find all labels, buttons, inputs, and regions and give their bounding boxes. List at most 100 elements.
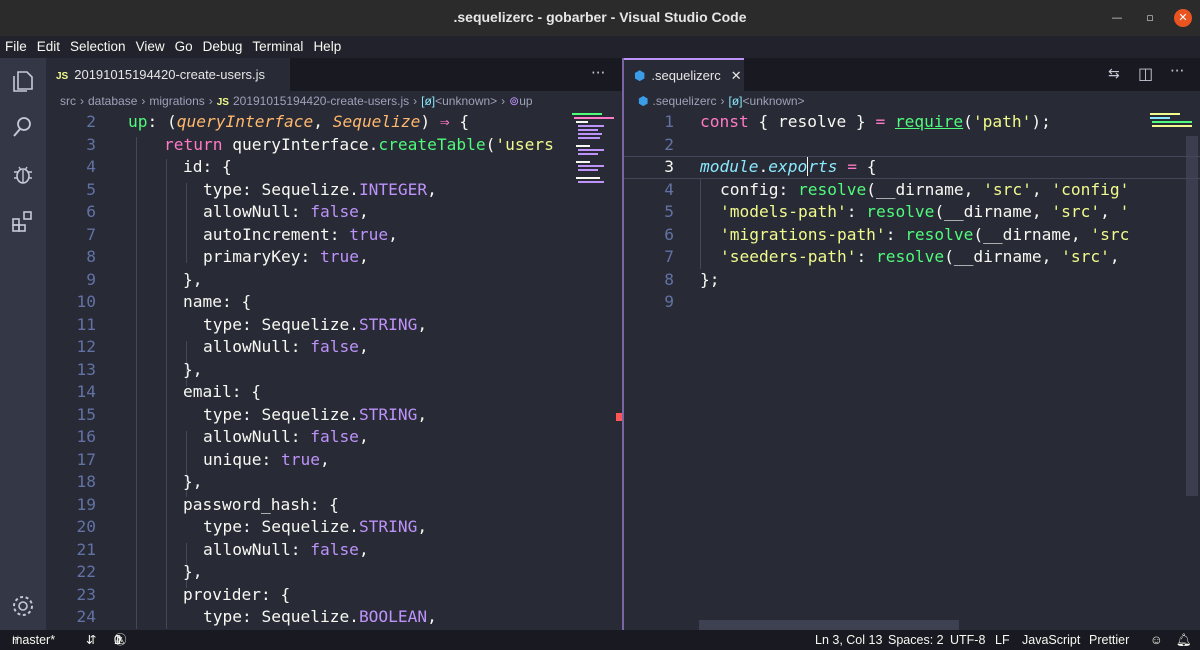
- open-changes-icon[interactable]: ⇆: [1108, 66, 1120, 82]
- cursor-position[interactable]: Ln 3, Col 13: [815, 630, 882, 650]
- right-tab-bar: ⬢ .sequelizerc ✕ ⇆ ◫ ···: [624, 58, 1200, 91]
- line-number: 9: [664, 292, 674, 311]
- symbol-icon: [ø]: [421, 94, 436, 108]
- crumb-migrations[interactable]: migrations: [149, 94, 204, 108]
- extensions-icon[interactable]: [10, 208, 36, 234]
- tab-create-users[interactable]: JS 20191015194420-create-users.js: [46, 58, 290, 91]
- status-bar: ⑂ master* ⇵ ⓧ 1 ⚠ 0 Ln 3, Col 13 Spaces:…: [0, 630, 1200, 650]
- line-number: 8: [664, 269, 674, 289]
- tab-label: 20191015194420-create-users.js: [74, 67, 266, 82]
- sync-icon[interactable]: ⇵: [86, 630, 96, 650]
- crumb-file[interactable]: 20191015194420-create-users.js: [233, 94, 409, 108]
- sequelize-file-icon: ⬢: [638, 94, 649, 108]
- vertical-scrollbar[interactable]: [1186, 136, 1198, 496]
- line-number: 9: [86, 269, 96, 289]
- line-number: 22: [76, 562, 97, 581]
- menu-edit[interactable]: Edit: [32, 36, 65, 58]
- tab-sequelizerc[interactable]: ⬢ .sequelizerc ✕: [624, 58, 744, 91]
- minimize-icon[interactable]: —: [1108, 9, 1126, 27]
- crumb-up[interactable]: up: [519, 94, 532, 108]
- crumb-unknown[interactable]: <unknown>: [435, 94, 497, 108]
- crumb-database[interactable]: database: [88, 94, 137, 108]
- line-number: 18: [76, 472, 97, 491]
- line-number: 5: [664, 202, 674, 221]
- explorer-icon[interactable]: [10, 68, 36, 94]
- formatter[interactable]: Prettier: [1089, 630, 1129, 650]
- menu-file[interactable]: File: [0, 36, 32, 58]
- activity-bar: [0, 58, 46, 630]
- tab-label: .sequelizerc: [651, 68, 721, 83]
- crumb-unknown[interactable]: <unknown>: [743, 94, 805, 108]
- line-number: 14: [76, 382, 97, 401]
- line-number: 24: [76, 607, 97, 626]
- right-editor-group: ⬢ .sequelizerc ✕ ⇆ ◫ ··· ⬢ .sequelizerc › [ø]…: [624, 58, 1200, 630]
- line-number: 23: [76, 584, 97, 604]
- menu-selection[interactable]: Selection: [65, 36, 131, 58]
- menu-bar: File Edit Selection View Go Debug Terminal Help: [0, 36, 1200, 58]
- encoding[interactable]: UTF-8: [950, 630, 985, 650]
- line-number: 7: [664, 247, 674, 266]
- line-number: 12: [76, 337, 97, 356]
- line-number: 17: [76, 449, 97, 469]
- more-actions-icon[interactable]: ···: [1170, 62, 1184, 80]
- line-number: 1: [664, 112, 674, 131]
- line-number: 3: [664, 157, 674, 176]
- split-editor-icon[interactable]: ◫: [1138, 64, 1153, 83]
- left-code-area[interactable]: 2 up: (queryInterface, Sequelize) ⇒ { 3 re…: [46, 111, 622, 630]
- line-number: 4: [664, 179, 674, 199]
- menu-debug[interactable]: Debug: [198, 36, 248, 58]
- symbol-icon: [ø]: [728, 94, 743, 108]
- crumb-src[interactable]: src: [60, 94, 76, 108]
- js-file-icon: JS: [56, 71, 69, 82]
- notifications-icon[interactable]: 🔔︎: [1176, 630, 1192, 650]
- js-file-icon: JS: [216, 97, 229, 108]
- horizontal-scrollbar[interactable]: [699, 620, 959, 630]
- branch-label: master*: [12, 633, 56, 647]
- line-number: 13: [76, 359, 97, 379]
- right-code-area[interactable]: 1 const { resolve } = require('path'); 2 …: [624, 111, 1200, 630]
- minimap[interactable]: [570, 113, 620, 193]
- line-number: 15: [76, 404, 97, 424]
- menu-help[interactable]: Help: [308, 36, 346, 58]
- line-number: 21: [76, 539, 97, 559]
- line-number: 6: [86, 202, 96, 221]
- settings-gear-icon[interactable]: [10, 593, 36, 619]
- menu-go[interactable]: Go: [170, 36, 198, 58]
- more-actions-icon[interactable]: ···: [591, 64, 605, 82]
- close-tab-icon[interactable]: ✕: [731, 68, 742, 83]
- line-number: 2: [664, 134, 674, 154]
- title-bar: .sequelizerc - gobarber - Visual Studio …: [0, 0, 1200, 36]
- line-number: 20: [76, 517, 97, 536]
- line-number: 10: [76, 292, 97, 311]
- line-number: 2: [86, 112, 96, 131]
- sequelize-file-icon: ⬢: [634, 68, 646, 83]
- line-number: 3: [86, 134, 96, 154]
- line-number: 11: [76, 314, 97, 334]
- warning-count: 0: [114, 633, 121, 647]
- menu-view[interactable]: View: [131, 36, 170, 58]
- line-number: 16: [76, 427, 97, 446]
- search-icon[interactable]: [10, 114, 36, 140]
- left-tab-bar: JS 20191015194420-create-users.js ···: [46, 58, 622, 91]
- language-mode[interactable]: JavaScript: [1022, 630, 1080, 650]
- crumb-file[interactable]: .sequelizerc: [652, 94, 716, 108]
- maximize-icon[interactable]: ▫: [1141, 9, 1159, 27]
- close-icon[interactable]: ✕: [1174, 9, 1192, 27]
- line-number: 6: [664, 224, 674, 244]
- line-number: 8: [86, 247, 96, 266]
- line-number: 7: [86, 224, 96, 244]
- line-number: 19: [76, 494, 97, 514]
- window-title: .sequelizerc - gobarber - Visual Studio …: [453, 9, 747, 25]
- debug-icon[interactable]: [10, 162, 36, 188]
- indentation[interactable]: Spaces: 2: [888, 630, 944, 650]
- method-icon: ⊚: [509, 94, 520, 108]
- breadcrumb: src › database › migrations › JS 20191015194420…: [60, 94, 533, 108]
- menu-terminal[interactable]: Terminal: [247, 36, 308, 58]
- line-ending[interactable]: LF: [995, 630, 1010, 650]
- minimap[interactable]: [1148, 113, 1198, 133]
- line-number: 4: [86, 157, 96, 176]
- breadcrumb: ⬢ .sequelizerc › [ø]<unknown>: [638, 94, 805, 108]
- feedback-icon[interactable]: ☺: [1150, 630, 1163, 650]
- left-editor-group: JS 20191015194420-create-users.js ··· src…: [46, 58, 622, 630]
- line-number: 5: [86, 179, 96, 199]
